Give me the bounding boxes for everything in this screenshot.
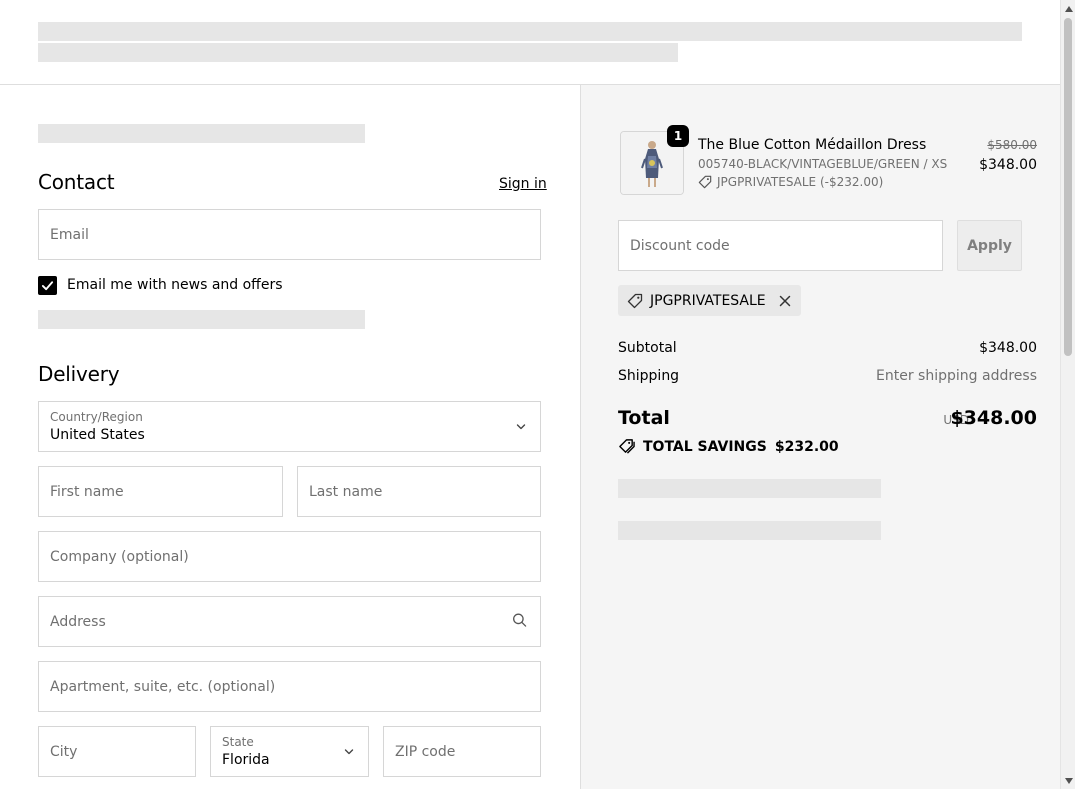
product-discount-text: JPGPRIVATESALE (-$232.00) xyxy=(717,175,884,189)
page-scrollbar[interactable] xyxy=(1060,0,1075,789)
address-field[interactable]: Address xyxy=(38,596,541,647)
summary-skeleton-line-1 xyxy=(618,479,881,498)
subtotal-value: $348.00 xyxy=(979,340,1037,356)
apply-discount-button[interactable]: Apply xyxy=(957,220,1022,271)
apartment-placeholder: Apartment, suite, etc. (optional) xyxy=(50,678,276,695)
apartment-field[interactable]: Apartment, suite, etc. (optional) xyxy=(38,661,541,712)
company-placeholder: Company (optional) xyxy=(50,548,189,565)
product-original-price: $580.00 xyxy=(987,138,1037,152)
tags-icon xyxy=(619,439,635,454)
chevron-down-icon xyxy=(343,742,355,761)
sign-in-link[interactable]: Sign in xyxy=(499,176,547,192)
state-select[interactable]: State Florida xyxy=(210,726,369,777)
checkout-header xyxy=(0,0,1060,85)
quantity-badge: 1 xyxy=(667,125,689,147)
applied-discount-code: JPGPRIVATESALE xyxy=(650,292,766,309)
product-variant: 005740-BLACK/VINTAGEBLUE/GREEN / XS xyxy=(698,157,948,171)
email-field[interactable]: Email xyxy=(38,209,541,260)
discount-code-placeholder: Discount code xyxy=(630,237,730,254)
city-placeholder: City xyxy=(50,743,78,760)
scrollbar-thumb[interactable] xyxy=(1064,18,1072,356)
product-name: The Blue Cotton Médaillon Dress xyxy=(698,137,927,153)
contact-heading: Contact xyxy=(38,170,115,194)
delivery-heading: Delivery xyxy=(38,362,120,386)
subtotal-label: Subtotal xyxy=(618,340,677,356)
applied-discount-chip: JPGPRIVATESALE xyxy=(618,285,801,316)
zip-code-placeholder: ZIP code xyxy=(395,743,456,760)
scroll-up-arrow[interactable] xyxy=(1061,0,1075,17)
email-placeholder: Email xyxy=(50,226,89,243)
check-icon xyxy=(41,281,54,291)
company-field[interactable]: Company (optional) xyxy=(38,531,541,582)
tag-icon xyxy=(627,293,643,308)
product-discount: JPGPRIVATESALE (-$232.00) xyxy=(698,175,883,189)
country-region-label: Country/Region xyxy=(50,410,143,424)
first-name-field[interactable]: First name xyxy=(38,466,283,517)
close-icon[interactable] xyxy=(779,295,791,307)
discount-code-field[interactable]: Discount code xyxy=(618,220,943,271)
total-savings-value: $232.00 xyxy=(774,438,839,455)
summary-skeleton-line-2 xyxy=(618,521,881,540)
shipping-value: Enter shipping address xyxy=(876,368,1037,384)
state-label: State xyxy=(222,735,254,749)
country-region-value: United States xyxy=(50,427,145,443)
total-savings: TOTAL SAVINGS $232.00 xyxy=(618,438,839,455)
product-price: $348.00 xyxy=(979,157,1037,173)
total-savings-label: TOTAL SAVINGS xyxy=(643,438,767,455)
total-value: $348.00 xyxy=(950,407,1037,429)
header-skeleton-line-1 xyxy=(38,22,1022,41)
contact-skeleton xyxy=(38,310,365,329)
country-region-select[interactable]: Country/Region United States xyxy=(38,401,541,452)
city-field[interactable]: City xyxy=(38,726,196,777)
state-value: Florida xyxy=(222,752,270,768)
last-name-field[interactable]: Last name xyxy=(297,466,541,517)
total-label: Total xyxy=(618,407,670,429)
shipping-label: Shipping xyxy=(618,368,680,384)
scroll-down-arrow[interactable] xyxy=(1061,772,1075,789)
newsletter-label[interactable]: Email me with news and offers xyxy=(67,277,283,293)
tag-icon xyxy=(698,175,712,189)
express-checkout-skeleton xyxy=(38,124,365,143)
address-placeholder: Address xyxy=(50,613,106,630)
header-skeleton-line-2 xyxy=(38,43,678,62)
first-name-placeholder: First name xyxy=(50,483,124,500)
newsletter-checkbox[interactable] xyxy=(38,276,57,295)
search-icon[interactable] xyxy=(512,612,527,631)
zip-code-field[interactable]: ZIP code xyxy=(383,726,541,777)
last-name-placeholder: Last name xyxy=(309,483,383,500)
chevron-down-icon xyxy=(515,417,527,436)
